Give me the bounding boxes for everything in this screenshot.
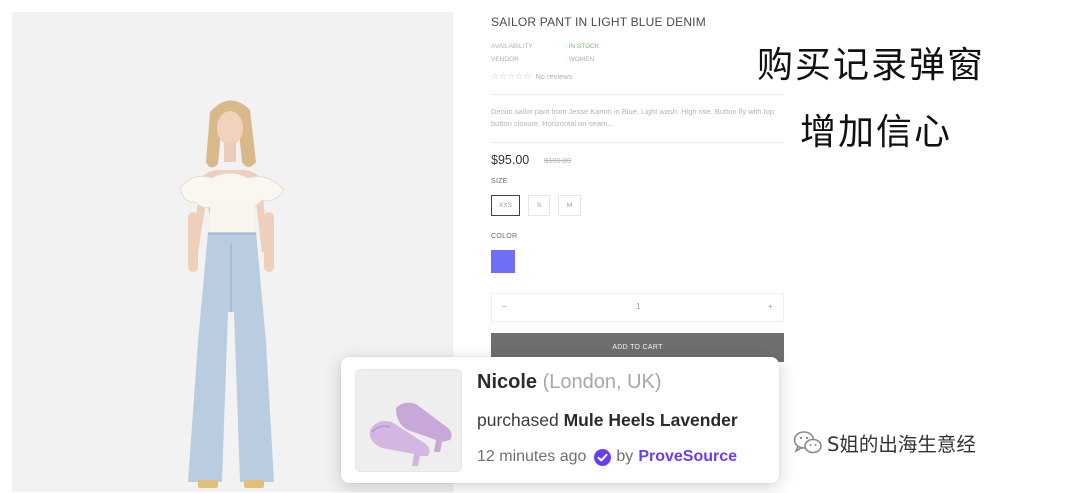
- qty-plus-button[interactable]: +: [768, 302, 773, 311]
- buyer-name: Nicole: [477, 371, 538, 393]
- vendor-row: VENDOR : WOMEN: [491, 56, 594, 63]
- price: $95.00: [491, 153, 530, 167]
- purchase-line: purchased Mule Heels Lavender: [477, 410, 738, 431]
- annotation-line2: 增加信心: [800, 112, 953, 153]
- color-swatch[interactable]: [491, 250, 515, 273]
- vendor-label: VENDOR: [491, 56, 519, 63]
- rating[interactable]: ☆☆☆☆☆ No reviews: [491, 71, 572, 82]
- product-description: Denim sailor pant from Jesse Kamm in Blu…: [491, 107, 775, 128]
- size-option-s[interactable]: S: [528, 195, 550, 216]
- reviews-count: No reviews: [535, 72, 573, 81]
- availability-value: : IN STOCK: [565, 43, 600, 50]
- old-price: $100.00: [544, 156, 572, 165]
- divider: [491, 94, 784, 95]
- provesource-link[interactable]: ProveSource: [638, 448, 737, 466]
- product-title: SAILOR PANT IN LIGHT BLUE DENIM: [491, 15, 706, 29]
- qty-minus-button[interactable]: −: [502, 302, 507, 311]
- color-label: COLOR: [491, 233, 518, 240]
- mule-heels-image: [356, 370, 461, 471]
- wechat-icon: [793, 430, 822, 453]
- availability-label: AVAILABILITY: [491, 43, 533, 50]
- availability-row: AVAILABILITY : IN STOCK: [491, 43, 599, 50]
- product-thumbnail: [355, 369, 462, 472]
- divider: [491, 142, 784, 143]
- time-line: 12 minutes ago by ProveSource: [477, 448, 737, 466]
- watermark-text: S姐的出海生意经: [827, 433, 976, 456]
- buyer-name-line: Nicole (London, UK): [477, 371, 662, 394]
- vendor-value: : WOMEN: [565, 56, 595, 63]
- annotation-line1: 购买记录弹窗: [757, 45, 986, 86]
- size-label: SIZE: [491, 178, 508, 185]
- quantity-stepper[interactable]: − 1 +: [491, 293, 784, 322]
- purchased-product[interactable]: Mule Heels Lavender: [564, 410, 738, 430]
- star-rating-icon: ☆☆☆☆☆: [491, 71, 532, 81]
- by-label: by: [616, 448, 634, 465]
- watermark: S姐的出海生意经: [793, 428, 976, 457]
- time-ago: 12 minutes ago: [477, 448, 587, 465]
- size-option-m[interactable]: M: [558, 195, 581, 216]
- size-option-xxs[interactable]: XXS: [491, 195, 520, 216]
- purchase-action: purchased: [477, 410, 559, 430]
- purchase-notification-popup[interactable]: Nicole (London, UK) purchased Mule Heels…: [341, 357, 779, 483]
- buyer-location: (London, UK): [542, 371, 662, 393]
- qty-value[interactable]: 1: [636, 302, 640, 311]
- check-circle-icon: [594, 448, 612, 466]
